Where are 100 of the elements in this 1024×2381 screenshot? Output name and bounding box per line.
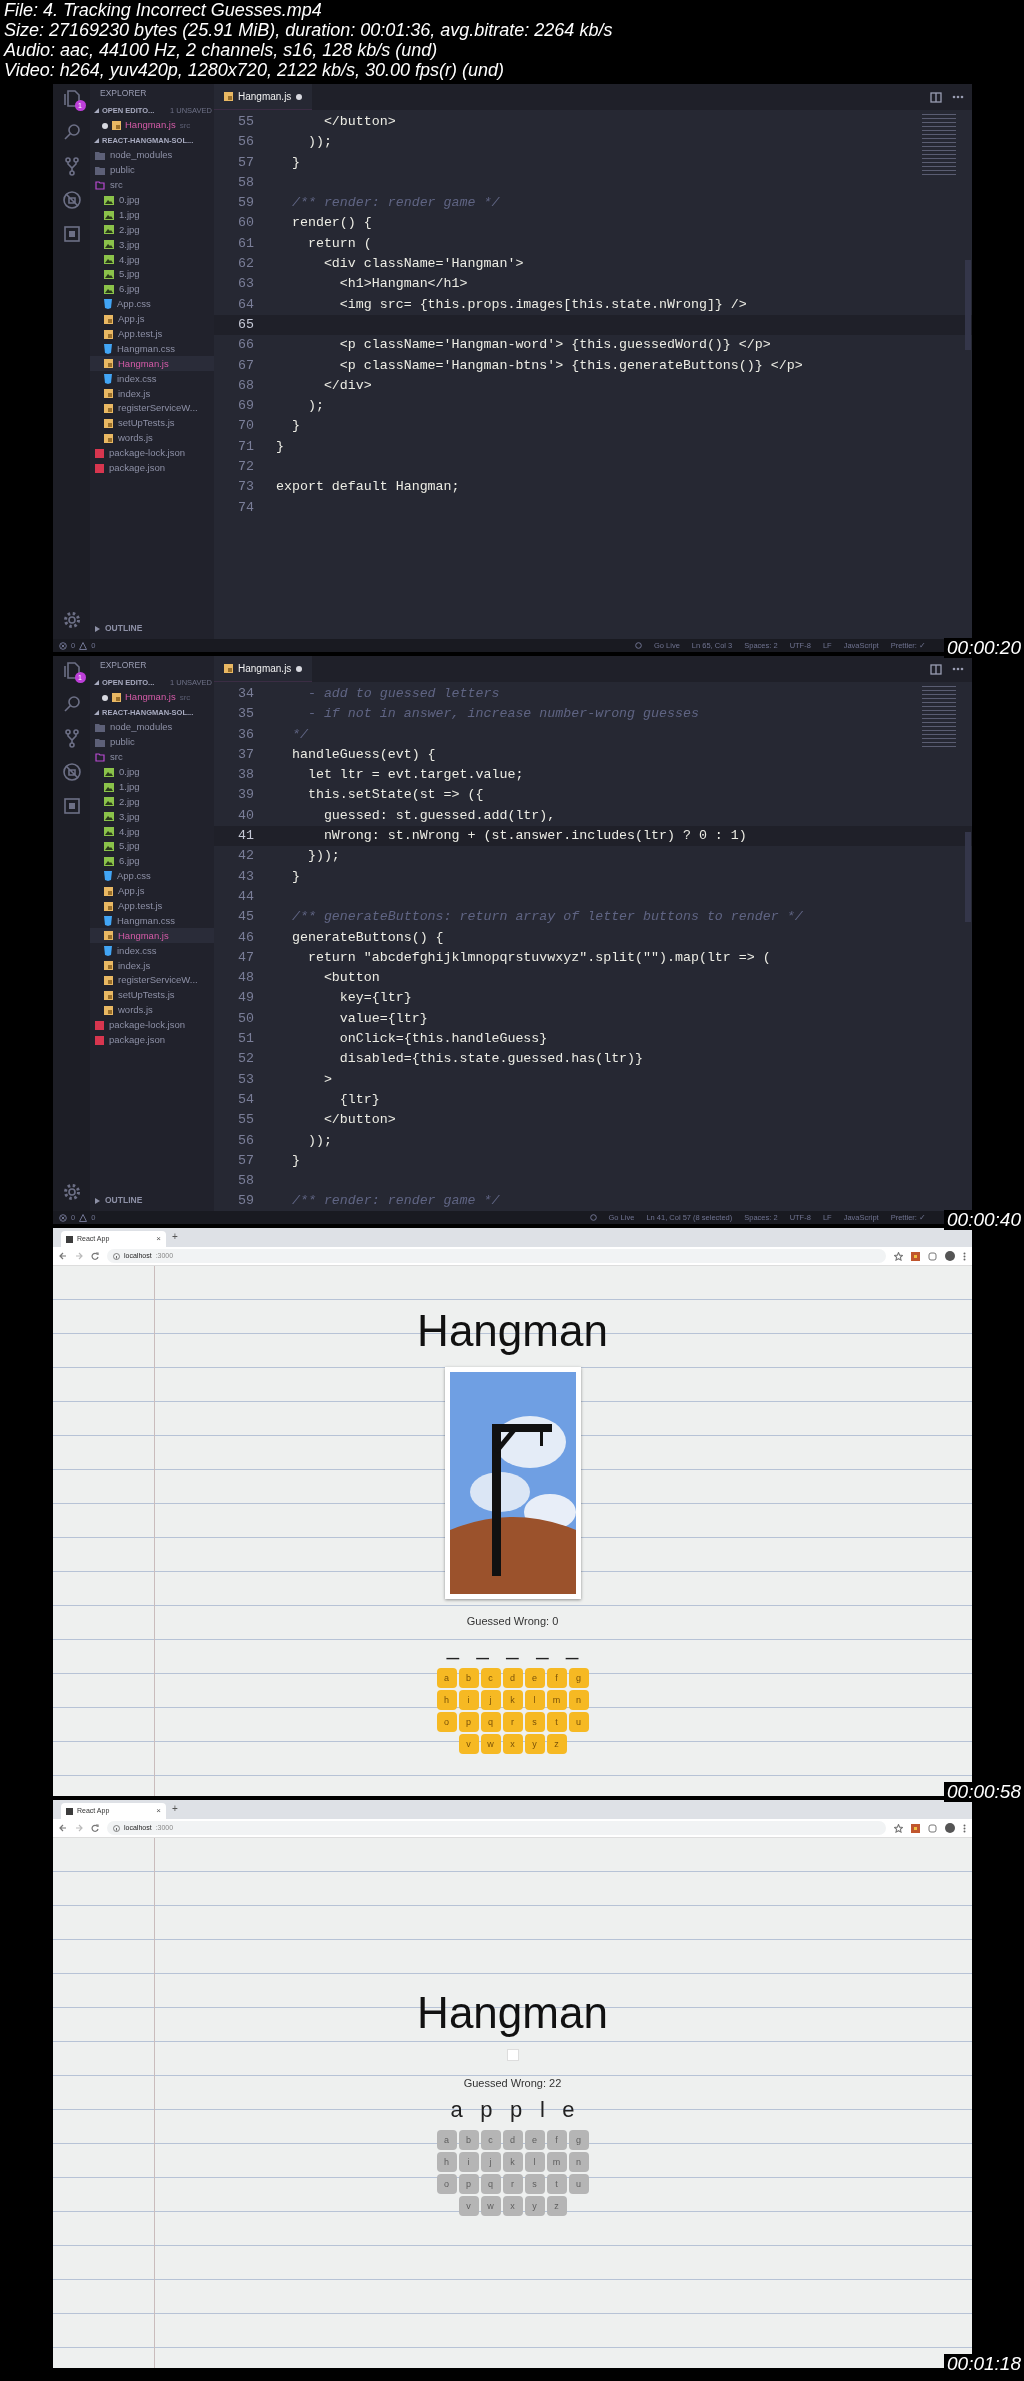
- letter-key[interactable]: f: [546, 1668, 567, 1689]
- letter-key[interactable]: p: [458, 1712, 479, 1733]
- letter-key[interactable]: x: [502, 1734, 523, 1755]
- letter-key[interactable]: r: [502, 1712, 523, 1733]
- letter-key[interactable]: l: [524, 1690, 545, 1711]
- back-icon[interactable]: [59, 1824, 67, 1832]
- file-tree-item[interactable]: Hangman.css: [90, 341, 214, 357]
- files-icon[interactable]: [61, 660, 82, 680]
- letter-key[interactable]: t: [546, 1712, 567, 1733]
- settings-icon[interactable]: [62, 611, 81, 629]
- file-tree-item[interactable]: 4.jpg: [90, 824, 214, 840]
- letter-key[interactable]: j: [480, 1690, 501, 1711]
- file-tree-item[interactable]: App.css: [90, 868, 214, 884]
- letter-key[interactable]: d: [502, 1668, 523, 1689]
- file-tree-item[interactable]: 3.jpg: [90, 237, 214, 253]
- file-tree-item[interactable]: index.css: [90, 371, 214, 387]
- file-tree-item[interactable]: 4.jpg: [90, 252, 214, 268]
- outline-section-header[interactable]: OUTLINE: [95, 1194, 143, 1207]
- settings-icon[interactable]: [62, 1183, 81, 1201]
- letter-key[interactable]: a: [436, 1668, 457, 1689]
- file-tree-item[interactable]: public: [90, 162, 214, 178]
- file-tree-item[interactable]: index.css: [90, 943, 214, 959]
- warning-icon[interactable]: [79, 641, 88, 650]
- file-tree-item[interactable]: Hangman.js: [90, 356, 214, 372]
- file-tree-item[interactable]: 0.jpg: [90, 192, 214, 208]
- letter-key[interactable]: i: [458, 1690, 479, 1711]
- letter-key[interactable]: w: [480, 1734, 501, 1755]
- letter-key[interactable]: e: [524, 1668, 545, 1689]
- star-icon[interactable]: [894, 1251, 903, 1261]
- file-tree-item[interactable]: 1.jpg: [90, 779, 214, 795]
- error-icon[interactable]: [59, 1213, 67, 1222]
- file-tree-item[interactable]: App.js: [90, 311, 214, 327]
- files-icon[interactable]: [61, 88, 82, 108]
- letter-key[interactable]: c: [480, 1668, 501, 1689]
- file-tree-item[interactable]: package.json: [90, 1032, 214, 1048]
- file-tree-item[interactable]: 2.jpg: [90, 222, 214, 238]
- file-tree-item[interactable]: 5.jpg: [90, 267, 214, 282]
- file-tree-item[interactable]: registerServiceW...: [90, 973, 214, 989]
- scrollbar-thumb[interactable]: [965, 832, 971, 922]
- letter-key[interactable]: g: [568, 1668, 589, 1689]
- file-tree-item[interactable]: index.js: [90, 386, 214, 402]
- file-tree-item[interactable]: src: [90, 177, 214, 193]
- letter-key[interactable]: k: [502, 1690, 523, 1711]
- file-tree-item[interactable]: src: [90, 749, 214, 765]
- file-tree-item[interactable]: setUpTests.js: [90, 988, 214, 1003]
- file-tree-item[interactable]: words.js: [90, 1002, 214, 1018]
- profile-avatar-icon[interactable]: [945, 1823, 955, 1833]
- letter-key[interactable]: h: [436, 1690, 457, 1711]
- split-editor-icon[interactable]: [930, 663, 942, 675]
- back-icon[interactable]: [59, 1252, 67, 1260]
- menu-icon[interactable]: [963, 1251, 966, 1261]
- letter-key[interactable]: m: [546, 1690, 567, 1711]
- file-tree-item[interactable]: package-lock.json: [90, 445, 214, 461]
- menu-icon[interactable]: [963, 1823, 966, 1833]
- extensions-icon[interactable]: [61, 796, 82, 816]
- debug-icon[interactable]: [61, 762, 82, 782]
- letter-key[interactable]: z: [546, 1734, 567, 1755]
- letter-key[interactable]: n: [568, 1690, 589, 1711]
- more-icon[interactable]: [952, 667, 964, 671]
- warning-icon[interactable]: [79, 1213, 88, 1222]
- reload-icon[interactable]: [91, 1252, 99, 1260]
- new-tab-button[interactable]: +: [172, 1803, 178, 1816]
- file-tree-item[interactable]: setUpTests.js: [90, 416, 214, 431]
- close-tab-button[interactable]: ×: [156, 1235, 161, 1243]
- outline-section-header[interactable]: OUTLINE: [95, 622, 143, 635]
- error-icon[interactable]: [59, 641, 67, 650]
- file-tree-item[interactable]: App.test.js: [90, 326, 214, 342]
- letter-key[interactable]: s: [524, 1712, 545, 1733]
- file-tree-item[interactable]: Hangman.css: [90, 913, 214, 929]
- editor-tab[interactable]: Hangman.js: [214, 84, 313, 110]
- letter-key[interactable]: q: [480, 1712, 501, 1733]
- file-tree-item[interactable]: App.js: [90, 883, 214, 899]
- file-tree-item[interactable]: registerServiceW...: [90, 401, 214, 417]
- file-tree-item[interactable]: Hangman.js: [90, 928, 214, 944]
- file-tree-item[interactable]: node_modules: [90, 148, 214, 163]
- editor-tab[interactable]: Hangman.js: [214, 656, 313, 682]
- reload-icon[interactable]: [91, 1824, 99, 1832]
- letter-key[interactable]: y: [524, 1734, 545, 1755]
- file-tree-item[interactable]: 2.jpg: [90, 794, 214, 810]
- star-icon[interactable]: [894, 1823, 903, 1833]
- file-tree-item[interactable]: 1.jpg: [90, 207, 214, 223]
- file-tree-item[interactable]: public: [90, 734, 214, 750]
- letter-key[interactable]: o: [436, 1712, 457, 1733]
- file-tree-item[interactable]: package.json: [90, 460, 214, 476]
- file-tree-item[interactable]: App.css: [90, 296, 214, 312]
- file-tree-item[interactable]: node_modules: [90, 720, 214, 735]
- letter-key[interactable]: b: [458, 1668, 479, 1689]
- file-tree-item[interactable]: 6.jpg: [90, 854, 214, 869]
- file-tree-item[interactable]: package-lock.json: [90, 1017, 214, 1033]
- file-tree-item[interactable]: App.test.js: [90, 898, 214, 914]
- file-tree-item[interactable]: 6.jpg: [90, 282, 214, 297]
- profile-avatar-icon[interactable]: [945, 1251, 955, 1261]
- letter-key[interactable]: u: [568, 1712, 589, 1733]
- file-tree-item[interactable]: 0.jpg: [90, 764, 214, 780]
- letter-key[interactable]: v: [458, 1734, 479, 1755]
- debug-icon[interactable]: [61, 190, 82, 210]
- more-icon[interactable]: [952, 95, 964, 99]
- file-tree-item[interactable]: 3.jpg: [90, 809, 214, 825]
- extensions-icon[interactable]: [61, 224, 82, 244]
- file-tree-item[interactable]: 5.jpg: [90, 839, 214, 854]
